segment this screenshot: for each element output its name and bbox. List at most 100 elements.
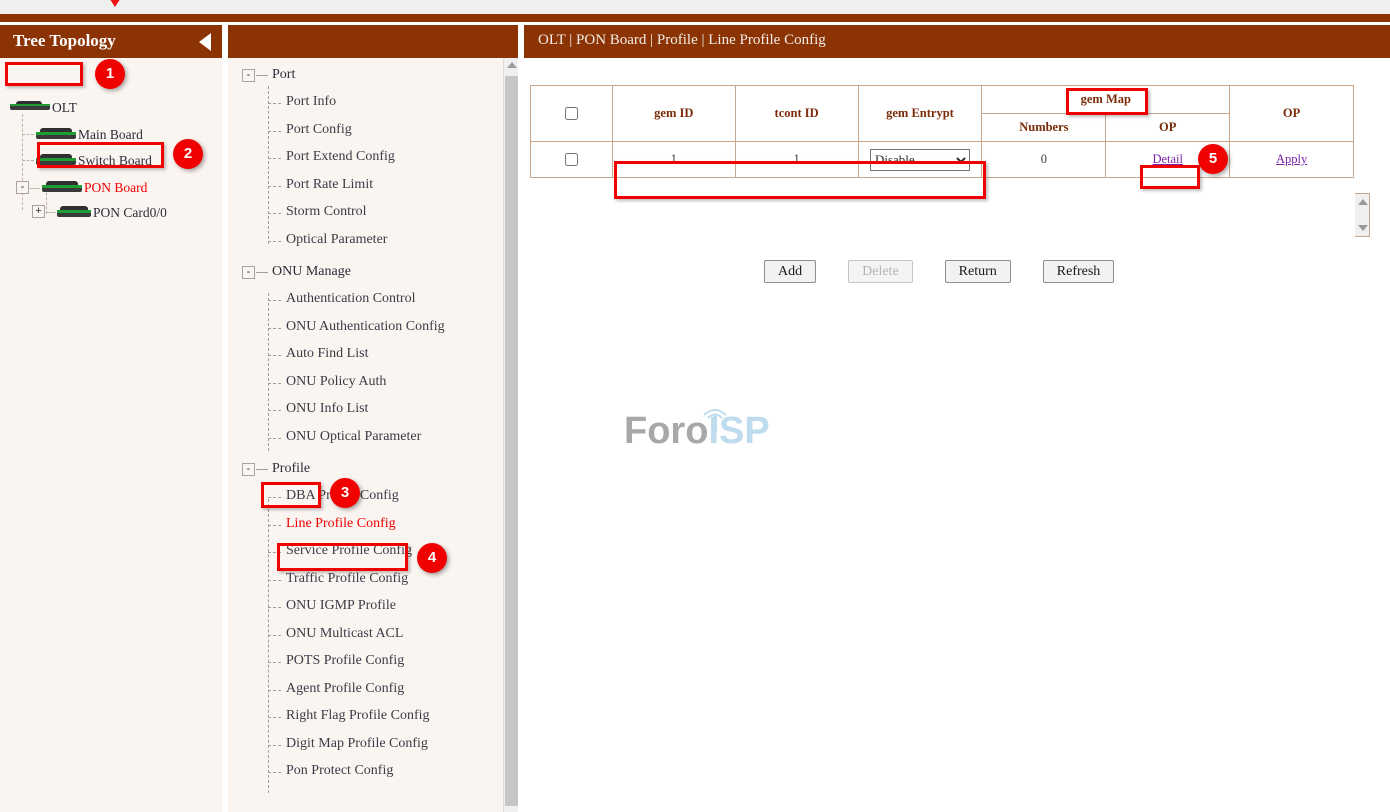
scroll-down-arrow-icon[interactable]: [1358, 225, 1368, 231]
annotation-box-row: [614, 161, 986, 199]
menu-item-port-extend-config[interactable]: Port Extend Config: [228, 146, 518, 174]
pon-card-device-icon: [57, 206, 91, 219]
menu-item-onu-igmp-profile[interactable]: ONU IGMP Profile: [228, 595, 518, 623]
menu-item-pots-profile-config[interactable]: POTS Profile Config: [228, 650, 518, 678]
menu-expander-onu-manage[interactable]: -: [242, 266, 255, 279]
menu-item-label: ONU Multicast ACL: [286, 626, 403, 642]
scroll-up-arrow-icon[interactable]: [1358, 199, 1368, 205]
tree-expander-pon-board[interactable]: -: [16, 181, 29, 194]
menu-item-onu-info-list[interactable]: ONU Info List: [228, 398, 518, 426]
menu-item-label: POTS Profile Config: [286, 653, 404, 669]
menu-item-port-info[interactable]: Port Info: [228, 91, 518, 119]
menu-item-label: Line Profile Config: [286, 516, 396, 532]
main-board-device-icon: [36, 128, 76, 141]
watermark-part-1: Foro: [624, 410, 708, 452]
menu-group-onu-manage[interactable]: - ONU Manage: [228, 260, 518, 288]
scroll-up-arrow-icon[interactable]: [507, 62, 517, 68]
tree-node-main-board[interactable]: Main Board: [36, 124, 143, 144]
menu-item-right-flag-profile-config[interactable]: Right Flag Profile Config: [228, 705, 518, 733]
select-all-checkbox[interactable]: [565, 107, 578, 120]
annotation-badge-3: 3: [330, 478, 360, 508]
col-header-gem-map-op: OP: [1106, 114, 1230, 142]
tree-node-olt[interactable]: OLT: [10, 97, 77, 117]
tree-node-pon-card[interactable]: PON Card0/0: [57, 202, 167, 222]
menu-item-label: Digit Map Profile Config: [286, 736, 428, 752]
tree-trunk-line: [22, 114, 23, 210]
menu-item-line: [268, 328, 281, 329]
antenna-tower-icon: [698, 406, 732, 432]
annotation-badge-5: 5: [1198, 144, 1228, 174]
row-select-cell: [531, 142, 613, 178]
menu-group-profile[interactable]: - Profile: [228, 457, 518, 485]
menu-expander-profile[interactable]: -: [242, 463, 255, 476]
main-content-panel: OLT | PON Board | Profile | Line Profile…: [524, 25, 1390, 812]
menu-item-port-config[interactable]: Port Config: [228, 119, 518, 147]
tree-branch-line: [30, 188, 40, 189]
menu-item-pon-protect-config[interactable]: Pon Protect Config: [228, 760, 518, 788]
menu-item-label: Port Info: [286, 94, 336, 110]
scroll-thumb[interactable]: [505, 76, 518, 806]
menu-item-label: Traffic Profile Config: [286, 571, 408, 587]
menu-item-line: [268, 186, 281, 187]
detail-link[interactable]: Detail: [1152, 152, 1183, 166]
menu-item-label: Port Config: [286, 122, 352, 138]
menu-expander-line: [256, 469, 268, 470]
menu-item-line: [268, 438, 281, 439]
tree-node-pon-board[interactable]: PON Board: [42, 177, 147, 197]
menu-item-line: [268, 131, 281, 132]
menu-item-line: [268, 410, 281, 411]
tree-node-label: OLT: [52, 100, 77, 115]
menu-item-storm-control[interactable]: Storm Control: [228, 201, 518, 229]
menu-item-onu-optical-parameter[interactable]: ONU Optical Parameter: [228, 426, 518, 454]
col-header-gem-map-numbers: Numbers: [982, 114, 1106, 142]
tree-branch-line: [46, 212, 56, 213]
tree-node-label: Main Board: [78, 127, 143, 142]
table-scrollbar[interactable]: [1355, 193, 1370, 237]
menu-item-label: Port Extend Config: [286, 149, 395, 165]
menu-item-auto-find-list[interactable]: Auto Find List: [228, 343, 518, 371]
menu-item-optical-parameter[interactable]: Optical Parameter: [228, 229, 518, 257]
menu-item-line: [268, 525, 281, 526]
menu-item-agent-profile-config[interactable]: Agent Profile Config: [228, 678, 518, 706]
row-checkbox[interactable]: [565, 153, 578, 166]
menu-item-line-profile-config[interactable]: Line Profile Config: [228, 513, 518, 541]
tree-branch-line: [22, 160, 34, 161]
menu-item-onu-authentication-config[interactable]: ONU Authentication Config: [228, 316, 518, 344]
menu-item-label: Pon Protect Config: [286, 763, 393, 779]
annotation-badge-1: 1: [95, 59, 125, 89]
tree-topology-header: Tree Topology: [0, 25, 222, 58]
tree-topology-title: Tree Topology: [13, 31, 116, 50]
menu-item-line: [268, 690, 281, 691]
menu-expander-port[interactable]: -: [242, 69, 255, 82]
menu-item-onu-policy-auth[interactable]: ONU Policy Auth: [228, 371, 518, 399]
select-all-header: [531, 86, 613, 142]
annotation-box-1: [5, 62, 83, 86]
return-button[interactable]: Return: [945, 260, 1011, 283]
menu-item-authentication-control[interactable]: Authentication Control: [228, 288, 518, 316]
menu-item-label: Authentication Control: [286, 291, 415, 307]
menu-group-port[interactable]: - Port: [228, 63, 518, 91]
olt-device-icon: [10, 101, 50, 114]
menu-panel-scrollbar[interactable]: [503, 58, 518, 812]
top-strip: [0, 0, 1390, 14]
menu-item-port-rate-limit[interactable]: Port Rate Limit: [228, 174, 518, 202]
menu-item-line: [268, 213, 281, 214]
menu-item-traffic-profile-config[interactable]: Traffic Profile Config: [228, 568, 518, 596]
refresh-button[interactable]: Refresh: [1043, 260, 1115, 283]
menu-item-label: ONU IGMP Profile: [286, 598, 396, 614]
action-button-row: Add Delete Return Refresh: [764, 260, 1114, 283]
menu-item-digit-map-profile-config[interactable]: Digit Map Profile Config: [228, 733, 518, 761]
menu-expander-line: [256, 75, 268, 76]
menu-item-label: Agent Profile Config: [286, 681, 404, 697]
cell-op: Apply: [1230, 142, 1354, 178]
menu-item-line: [268, 300, 281, 301]
menu-panel-header: [228, 25, 518, 58]
apply-link[interactable]: Apply: [1276, 152, 1307, 166]
menu-item-line: [268, 241, 281, 242]
tree-expander-pon-card[interactable]: +: [32, 205, 45, 218]
menu-item-onu-multicast-acl[interactable]: ONU Multicast ACL: [228, 623, 518, 651]
collapse-left-arrow-icon[interactable]: [199, 33, 211, 51]
add-button[interactable]: Add: [764, 260, 816, 283]
delete-button[interactable]: Delete: [848, 260, 913, 283]
menu-item-line: [268, 635, 281, 636]
